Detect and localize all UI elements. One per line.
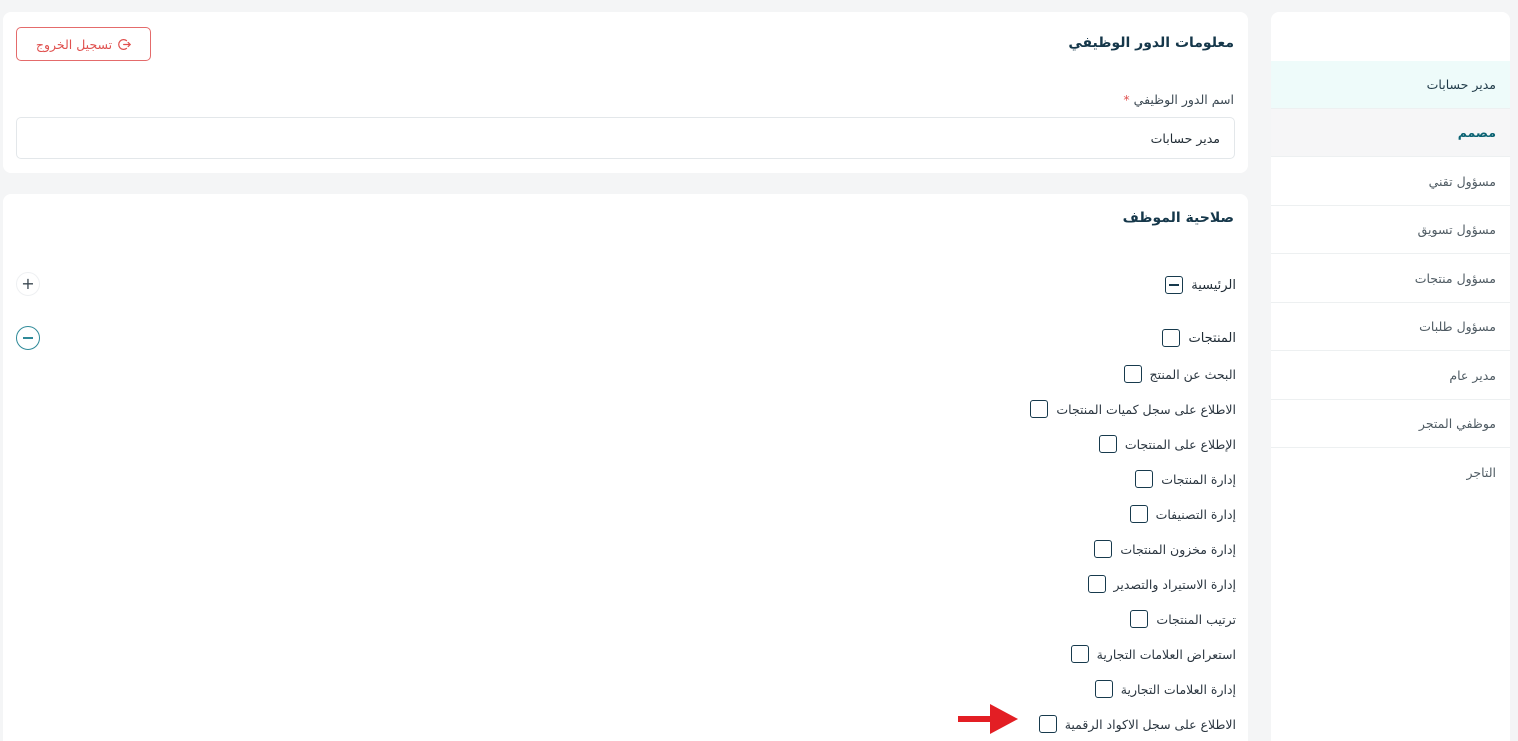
permission-group-home: الرئيسية	[1165, 274, 1236, 296]
sidebar-item-general-manager[interactable]: مدير عام	[1271, 352, 1510, 400]
permission-label: البحث عن المنتج	[1149, 366, 1236, 382]
sidebar-item-label: مسؤول منتجات	[1414, 271, 1496, 286]
logout-icon	[118, 38, 131, 50]
permission-checkbox[interactable]	[1094, 680, 1113, 698]
permission-item: إدارة المنتجات	[1135, 468, 1236, 490]
permission-item: الاطلاع على سجل الاكواد الرقمية	[1038, 713, 1236, 735]
permission-group-label: الرئيسية	[1191, 277, 1236, 293]
permission-label: استعراض العلامات التجارية	[1096, 646, 1236, 662]
permission-group-label: المنتجات	[1188, 330, 1236, 346]
permission-checkbox[interactable]	[1030, 400, 1049, 418]
sidebar-item-label: مسؤول طلبات	[1419, 319, 1496, 334]
products-checkbox[interactable]	[1162, 329, 1181, 347]
sidebar-item-label: مدير عام	[1449, 368, 1496, 383]
permission-label: إدارة المنتجات	[1161, 471, 1236, 487]
sidebar-item-merchant[interactable]: التاجر	[1271, 448, 1510, 496]
permission-item: إدارة التصنيفات	[1129, 503, 1236, 525]
sidebar-item-label: مدير حسابات	[1426, 77, 1496, 92]
roles-sidebar: مدير حسابات مصمم مسؤول تقني مسؤول تسويق …	[1271, 12, 1510, 741]
permission-label: إدارة مخزون المنتجات	[1120, 541, 1236, 557]
permissions-card: صلاحية الموظف الرئيسية + المنتجات البحث …	[3, 194, 1248, 741]
permission-group-products: المنتجات	[1162, 327, 1236, 349]
permission-checkbox[interactable]	[1129, 505, 1148, 523]
logout-label: تسجيل الخروج	[35, 36, 113, 52]
role-name-input[interactable]	[16, 117, 1235, 159]
permission-label: إدارة التصنيفات	[1155, 506, 1236, 522]
permission-checkbox[interactable]	[1087, 575, 1106, 593]
red-arrow-icon	[958, 704, 1018, 734]
permission-label: إدارة الاستيراد والتصدير	[1113, 576, 1236, 592]
permission-item: الاطلاع على سجل كميات المنتجات	[1030, 398, 1236, 420]
home-checkbox[interactable]	[1165, 276, 1184, 294]
role-name-label: اسم الدور الوظيفي *	[1123, 92, 1234, 107]
logout-button[interactable]: تسجيل الخروج	[16, 27, 151, 61]
sidebar-item-marketing-officer[interactable]: مسؤول تسويق	[1271, 206, 1510, 254]
permissions-title: صلاحية الموظف	[1122, 210, 1234, 226]
permission-item: الإطلاع على المنتجات	[1098, 433, 1236, 455]
sidebar-item-label: التاجر	[1466, 464, 1497, 480]
permission-item: البحث عن المنتج	[1123, 363, 1236, 385]
sidebar-item-orders-officer[interactable]: مسؤول طلبات	[1271, 303, 1510, 351]
role-info-card: معلومات الدور الوظيفي تسجيل الخروج اسم ا…	[3, 12, 1248, 173]
expand-home-plus-icon[interactable]: +	[16, 272, 40, 296]
sidebar-item-tech-officer[interactable]: مسؤول تقني	[1271, 158, 1510, 206]
sidebar-item-products-officer[interactable]: مسؤول منتجات	[1271, 255, 1510, 303]
collapse-products-minus-circle-icon[interactable]	[16, 326, 40, 350]
permission-checkbox[interactable]	[1070, 645, 1089, 663]
permission-checkbox[interactable]	[1130, 610, 1149, 628]
permission-checkbox[interactable]	[1094, 540, 1113, 558]
permission-item: إدارة الاستيراد والتصدير	[1087, 573, 1236, 595]
permission-label: الإطلاع على المنتجات	[1124, 436, 1236, 452]
sidebar-item-store-staff[interactable]: موظفي المتجر	[1271, 400, 1510, 448]
permission-label: ترتيب المنتجات	[1156, 611, 1236, 627]
sidebar-item-designer[interactable]: مصمم	[1271, 109, 1510, 157]
permission-item: إدارة مخزون المنتجات	[1094, 538, 1236, 560]
permission-item: إدارة العلامات التجارية	[1094, 678, 1236, 700]
sidebar-item-label: مسؤول تسويق	[1417, 222, 1496, 237]
permission-label: الاطلاع على سجل كميات المنتجات	[1056, 401, 1236, 417]
sidebar-item-label: مصمم	[1457, 125, 1496, 140]
permission-checkbox[interactable]	[1123, 365, 1142, 383]
permission-checkbox[interactable]	[1098, 435, 1117, 453]
required-mark: *	[1123, 92, 1130, 107]
permission-item: ترتيب المنتجات	[1130, 608, 1236, 630]
permission-checkbox[interactable]	[1135, 470, 1154, 488]
role-info-title: معلومات الدور الوظيفي	[1068, 35, 1234, 51]
permission-label: إدارة العلامات التجارية	[1120, 681, 1236, 697]
sidebar-item-label: مسؤول تقني	[1428, 174, 1496, 189]
permission-checkbox[interactable]	[1038, 715, 1057, 733]
permission-item: استعراض العلامات التجارية	[1070, 643, 1236, 665]
permission-label: الاطلاع على سجل الاكواد الرقمية	[1064, 716, 1236, 732]
role-name-label-text: اسم الدور الوظيفي	[1133, 92, 1234, 107]
sidebar-item-label: موظفي المتجر	[1418, 416, 1496, 431]
sidebar-item-accounts-manager[interactable]: مدير حسابات	[1271, 61, 1510, 109]
